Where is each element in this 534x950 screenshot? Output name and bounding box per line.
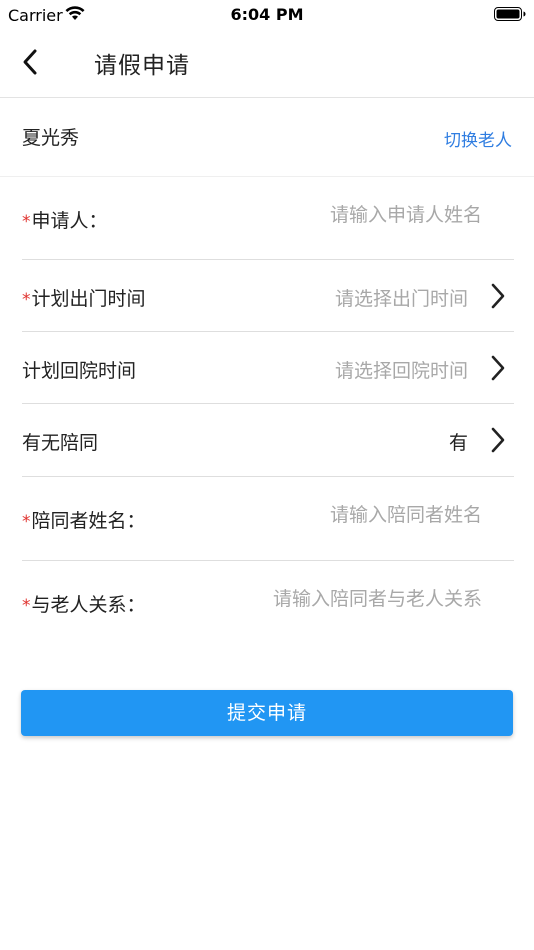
departure-time-label: *计划出门时间 — [22, 284, 146, 311]
relationship-label-text: 与老人关系： — [31, 594, 146, 616]
required-mark: * — [22, 596, 31, 616]
relationship-label: *与老人关系： — [22, 590, 146, 617]
chevron-right-icon — [491, 283, 505, 309]
companion-name-input[interactable] — [222, 504, 482, 526]
relationship-input[interactable] — [192, 588, 482, 610]
companion-name-label-text: 陪同者姓名： — [31, 510, 146, 532]
nav-bar: 请假申请 — [0, 28, 534, 98]
switch-elder-link[interactable]: 切换老人 — [444, 126, 512, 151]
required-mark: * — [22, 512, 31, 532]
back-button[interactable] — [10, 40, 50, 84]
required-mark: * — [22, 212, 31, 232]
departure-time-row[interactable]: *计划出门时间 请选择出门时间 — [22, 260, 514, 332]
elder-row: 夏光秀 切换老人 — [0, 99, 534, 177]
chevron-left-icon — [23, 49, 37, 75]
companion-label: 有无陪同 — [22, 432, 99, 454]
chevron-right-icon — [491, 355, 505, 381]
applicant-label-text: 申请人： — [31, 210, 108, 232]
applicant-label: *申请人： — [22, 206, 108, 233]
departure-time-label-text: 计划出门时间 — [31, 288, 146, 310]
companion-name-row: *陪同者姓名： — [22, 477, 514, 561]
applicant-input[interactable] — [222, 204, 482, 226]
companion-name-label: *陪同者姓名： — [22, 506, 146, 533]
elder-name: 夏光秀 — [22, 127, 80, 149]
submit-button[interactable]: 提交申请 — [21, 690, 513, 736]
status-bar: Carrier 6:04 PM — [0, 0, 534, 28]
return-time-value: 请选择回院时间 — [334, 360, 468, 382]
return-time-label: 计划回院时间 — [22, 360, 137, 382]
companion-row[interactable]: 有无陪同 有 — [22, 404, 514, 477]
companion-value: 有 — [448, 432, 468, 454]
chevron-right-icon — [491, 427, 505, 453]
departure-time-value: 请选择出门时间 — [334, 288, 468, 310]
required-mark: * — [22, 290, 31, 310]
applicant-row: *申请人： — [22, 178, 514, 260]
relationship-row: *与老人关系： — [22, 561, 514, 645]
battery-icon — [494, 7, 526, 21]
return-time-row[interactable]: 计划回院时间 请选择回院时间 — [22, 332, 514, 404]
clock: 6:04 PM — [230, 5, 304, 24]
page-title: 请假申请 — [94, 53, 190, 79]
